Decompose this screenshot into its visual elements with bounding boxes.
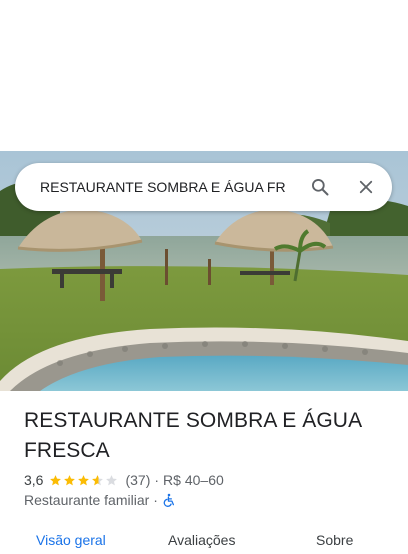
star-icon	[106, 474, 118, 485]
separator-dot: ·	[153, 492, 158, 508]
tab-reviews[interactable]: Avaliações	[168, 532, 235, 548]
tab-overview[interactable]: Visão geral	[36, 532, 106, 548]
place-tabs: Visão geral Avaliações Sobre	[0, 524, 408, 554]
star-icon	[78, 474, 90, 485]
clear-search-button[interactable]	[346, 167, 386, 207]
star-icon	[92, 474, 104, 485]
search-icon	[312, 179, 329, 196]
wheelchair-icon	[163, 493, 174, 507]
search-bar	[15, 163, 392, 211]
search-input[interactable]	[40, 179, 292, 195]
place-title: RESTAURANTE SOMBRA E ÁGUA FRESCA	[24, 409, 362, 462]
price-range: R$ 40–60	[163, 472, 224, 488]
place-category[interactable]: Restaurante familiar	[24, 492, 149, 508]
rating-value: 3,6	[24, 472, 44, 488]
separator-dot: ·	[154, 472, 160, 488]
category-row: Restaurante familiar ·	[24, 491, 176, 509]
rating-row: 3,6 (37) · R$ 40–60	[24, 471, 224, 489]
tab-about[interactable]: Sobre	[316, 532, 353, 548]
star-rating	[49, 474, 119, 487]
search-button[interactable]	[300, 167, 340, 207]
close-icon	[359, 180, 373, 194]
review-count[interactable]: (37)	[125, 472, 150, 488]
star-icon	[50, 474, 62, 485]
star-icon	[64, 474, 76, 485]
